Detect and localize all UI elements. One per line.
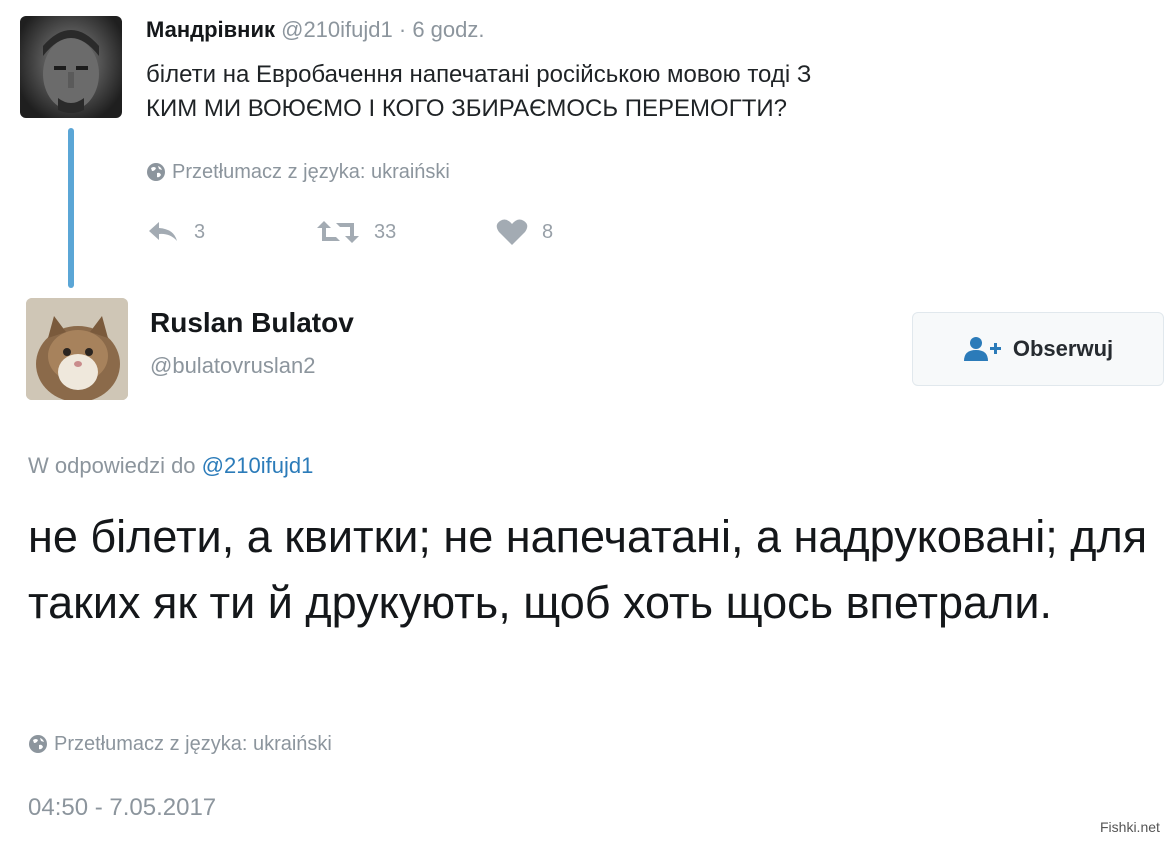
- parent-translate-link[interactable]: Przetłumacz z języka: ukraiński: [146, 160, 450, 184]
- meta-separator: ·: [398, 17, 407, 42]
- globe-icon: [29, 735, 47, 753]
- retweet-button[interactable]: 33: [316, 219, 496, 245]
- reply-context: W odpowiedzi do @210ifujd1: [28, 452, 313, 480]
- retweet-icon: [317, 221, 359, 243]
- watermark: Fishki.net: [1100, 819, 1160, 835]
- reply-mention-link[interactable]: @210ifujd1: [202, 453, 314, 478]
- reply-translate-label: Przetłumacz z języka: ukraiński: [54, 733, 332, 755]
- like-button[interactable]: 8: [496, 218, 553, 246]
- parent-tweet-header: Мандрівник @210ifujd1 · 6 godz.: [146, 16, 485, 44]
- parent-translate-label: Przetłumacz z języka: ukraiński: [172, 161, 450, 183]
- tweet-timestamp[interactable]: 04:50 - 7.05.2017: [28, 793, 216, 823]
- reply-translate-link[interactable]: Przetłumacz z języka: ukraiński: [28, 732, 332, 756]
- follow-button[interactable]: Obserwuj: [912, 312, 1164, 386]
- reply-author-avatar[interactable]: [26, 298, 128, 400]
- like-count: 8: [542, 220, 554, 243]
- parent-tweet-time[interactable]: 6 godz.: [412, 17, 484, 42]
- parent-author-name[interactable]: Мандрівник: [146, 17, 275, 42]
- reply-button[interactable]: 3: [146, 219, 316, 245]
- reply-count: 3: [194, 220, 206, 243]
- parent-tweet-text: білети на Евробачення напечатані російсь…: [146, 61, 812, 122]
- reply-icon: [149, 222, 177, 241]
- retweet-count: 33: [374, 220, 397, 243]
- add-user-icon: [963, 337, 1001, 361]
- parent-avatar[interactable]: [20, 16, 122, 118]
- reply-author-handle[interactable]: @bulatovruslan2: [150, 352, 315, 380]
- parent-author-handle[interactable]: @210ifujd1: [281, 17, 393, 42]
- heart-icon: [496, 219, 528, 245]
- reply-tweet-text: не білети, а квитки; не напечатані, а на…: [28, 511, 1148, 628]
- globe-icon: [147, 163, 165, 181]
- reply-author-name[interactable]: Ruslan Bulatov: [150, 306, 354, 340]
- thread-line: [68, 128, 74, 288]
- reply-prefix: W odpowiedzi do: [28, 453, 196, 478]
- parent-tweet-actions: 3 33 8: [146, 218, 553, 246]
- follow-button-label: Obserwuj: [1012, 336, 1114, 361]
